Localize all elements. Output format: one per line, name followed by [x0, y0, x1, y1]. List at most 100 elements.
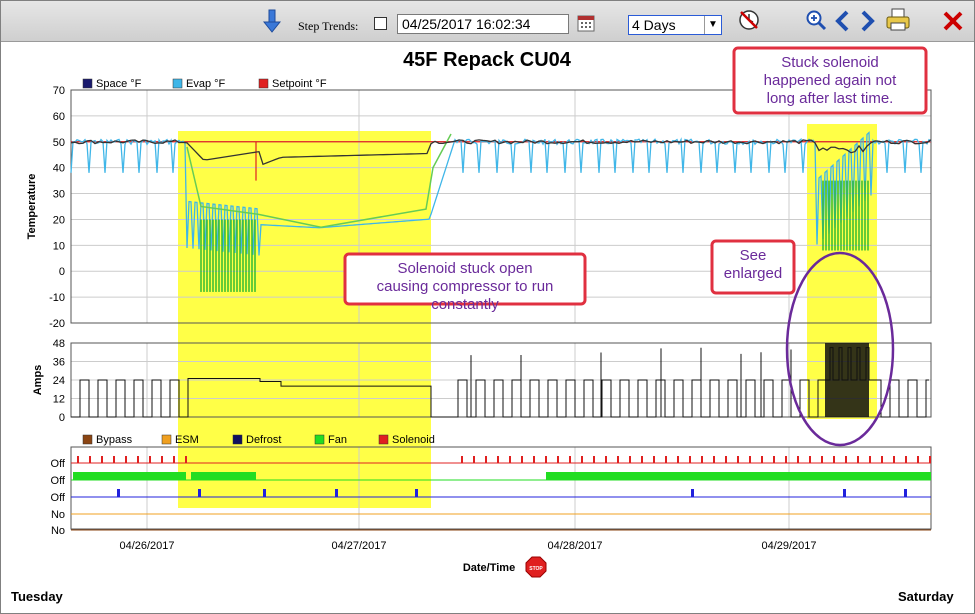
defrost-pulse [263, 489, 266, 497]
digital-legend-swatch [82, 434, 93, 445]
solenoid-pulse [557, 456, 559, 463]
digital-legend-label: Fan [328, 434, 347, 446]
solenoid-pulse [929, 456, 931, 463]
prev-icon[interactable] [833, 10, 851, 32]
digital-legend-label: Solenoid [392, 434, 435, 446]
next-icon[interactable] [859, 10, 877, 32]
solenoid-pulse [461, 456, 463, 463]
footer-left-day: Tuesday [11, 589, 63, 604]
defrost-pulse [904, 489, 907, 497]
solenoid-pulse [821, 456, 823, 463]
temp-legend-label: Space °F [96, 78, 142, 90]
annotation-solenoid-stuck-text: constantly [431, 296, 499, 313]
defrost-pulse [198, 489, 201, 497]
solenoid-pulse [485, 456, 487, 463]
amps-tick-label: 48 [53, 338, 65, 350]
amps-tick-label: 12 [53, 394, 65, 406]
range-value: 4 Days [632, 17, 676, 33]
amps-tick-label: 36 [53, 357, 65, 369]
temp-tick-label: 30 [53, 189, 65, 201]
solenoid-pulse [725, 456, 727, 463]
solenoid-pulse [869, 456, 871, 463]
digital-legend-swatch [232, 434, 243, 445]
temp-tick-label: -10 [49, 292, 65, 304]
close-icon[interactable] [942, 10, 964, 32]
digital-row-label: Off [51, 492, 66, 504]
solenoid-pulse [137, 456, 139, 463]
print-icon[interactable] [885, 8, 911, 32]
trend-window: Step Trends: 4 Days ▼ [0, 0, 975, 614]
solenoid-pulse [653, 456, 655, 463]
solenoid-pulse [785, 456, 787, 463]
solenoid-pulse [809, 456, 811, 463]
solenoid-pulse [593, 456, 595, 463]
solenoid-pulse [857, 456, 859, 463]
amps-tick-label: 24 [53, 375, 65, 387]
digital-legend-label: Defrost [246, 434, 281, 446]
digital-legend-swatch [378, 434, 389, 445]
solenoid-pulse [677, 456, 679, 463]
solenoid-pulse [533, 456, 535, 463]
solenoid-pulse [101, 456, 103, 463]
solenoid-pulse [173, 456, 175, 463]
fan-block [546, 472, 931, 480]
solenoid-pulse [521, 456, 523, 463]
solenoid-pulse [665, 456, 667, 463]
solenoid-pulse [701, 456, 703, 463]
defrost-pulse [117, 489, 120, 497]
temp-tick-label: 50 [53, 137, 65, 149]
annotation-happened-again-text: Stuck solenoid [781, 54, 879, 71]
solenoid-pulse [689, 456, 691, 463]
annotation-happened-again-text: happened again not [764, 72, 897, 89]
annotation-see-enlarged-text: enlarged [724, 265, 782, 282]
temp-tick-label: -20 [49, 318, 65, 330]
x-tick-label: 04/27/2017 [331, 540, 386, 552]
digital-row-label: No [51, 509, 65, 521]
x-axis-label: Date/Time [463, 562, 515, 574]
solenoid-pulse [737, 456, 739, 463]
temp-tick-label: 60 [53, 111, 65, 123]
solenoid-pulse [845, 456, 847, 463]
solenoid-pulse [749, 456, 751, 463]
solenoid-pulse [509, 456, 511, 463]
clock-stop-icon[interactable] [737, 8, 761, 32]
solenoid-pulse [617, 456, 619, 463]
download-arrow-icon[interactable] [263, 9, 281, 33]
calendar-icon[interactable] [577, 14, 595, 32]
zoom-in-icon[interactable] [805, 9, 827, 31]
digital-legend-swatch [161, 434, 172, 445]
amps-axis-label: Amps [32, 365, 44, 396]
step-trends-checkbox[interactable] [374, 17, 387, 30]
solenoid-pulse [185, 456, 187, 463]
annotation-see-enlarged-text: See [740, 247, 767, 264]
solenoid-pulse [713, 456, 715, 463]
amps-dense-block [825, 343, 869, 417]
solenoid-pulse [545, 456, 547, 463]
solenoid-pulse [125, 456, 127, 463]
temp-legend-swatch [172, 78, 183, 89]
annotation-solenoid-stuck-text: causing compressor to run [377, 278, 554, 295]
solenoid-pulse [89, 456, 91, 463]
temp-legend-label: Evap °F [186, 78, 226, 90]
solenoid-pulse [497, 456, 499, 463]
defrost-pulse [415, 489, 418, 497]
range-select[interactable]: 4 Days ▼ [628, 15, 722, 35]
date-time-input[interactable] [397, 14, 569, 34]
chart-title: 45F Repack CU04 [403, 49, 572, 71]
solenoid-pulse [581, 456, 583, 463]
temp-legend-label: Setpoint °F [272, 78, 327, 90]
solenoid-pulse [881, 456, 883, 463]
solenoid-pulse [113, 456, 115, 463]
solenoid-pulse [773, 456, 775, 463]
amps-tick-label: 0 [59, 412, 65, 424]
digital-legend-label: Bypass [96, 434, 133, 446]
annotation-solenoid-stuck-text: Solenoid stuck open [397, 260, 532, 277]
temp-tick-label: 40 [53, 163, 65, 175]
digital-legend-label: ESM [175, 434, 199, 446]
solenoid-pulse [833, 456, 835, 463]
solenoid-pulse [761, 456, 763, 463]
chevron-down-icon: ▼ [704, 16, 721, 34]
temp-tick-label: 20 [53, 214, 65, 226]
highlight-region-1 [178, 131, 431, 508]
fan-block [191, 472, 256, 480]
